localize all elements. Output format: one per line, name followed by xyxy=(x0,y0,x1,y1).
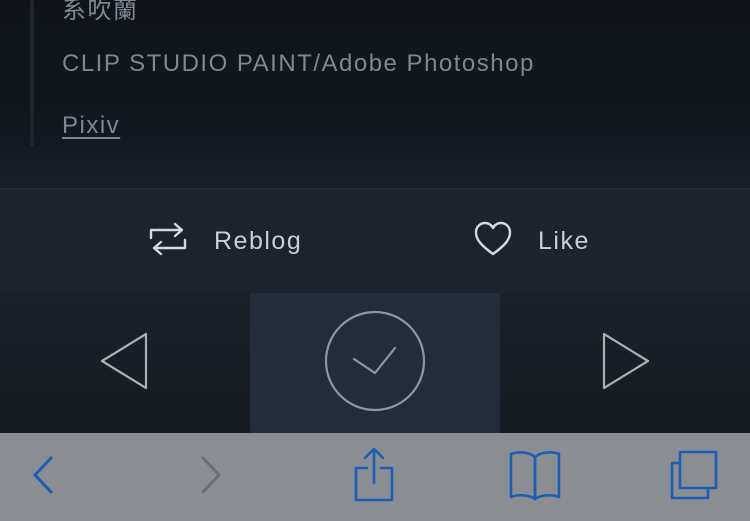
next-post-button[interactable] xyxy=(500,293,750,433)
post-text-line: CLIP STUDIO PAINT/Adobe Photoshop xyxy=(62,50,535,77)
post-action-bar: Reblog Like xyxy=(0,188,750,293)
browser-share-button[interactable] xyxy=(346,433,402,521)
back-arrow-icon xyxy=(31,455,55,500)
browser-forward-button[interactable] xyxy=(188,433,234,521)
pixiv-link[interactable]: Pixiv xyxy=(62,112,120,140)
reblog-icon xyxy=(148,219,188,264)
quote-bar xyxy=(30,0,34,146)
triangle-right-icon xyxy=(598,331,652,396)
forward-arrow-icon xyxy=(199,455,223,500)
bookmarks-icon xyxy=(508,449,562,506)
like-label: Like xyxy=(538,227,590,255)
heart-icon xyxy=(474,221,512,262)
tabs-icon xyxy=(667,449,721,506)
circle-check-icon xyxy=(324,310,426,417)
browser-bookmarks-button[interactable] xyxy=(505,433,565,521)
post-text-line: 系吹蘭 xyxy=(62,0,139,24)
triangle-left-icon xyxy=(98,331,152,396)
reblog-label: Reblog xyxy=(214,227,303,255)
share-icon xyxy=(352,447,396,508)
post-content: 系吹蘭 CLIP STUDIO PAINT/Adobe Photoshop Pi… xyxy=(0,0,750,188)
mark-read-button[interactable] xyxy=(250,293,500,433)
browser-back-button[interactable] xyxy=(20,433,66,521)
like-button[interactable]: Like xyxy=(474,190,590,293)
previous-post-button[interactable] xyxy=(0,293,250,433)
browser-tabs-button[interactable] xyxy=(664,433,724,521)
post-navigation xyxy=(0,293,750,433)
reblog-button[interactable]: Reblog xyxy=(148,190,302,293)
browser-toolbar xyxy=(0,433,750,521)
